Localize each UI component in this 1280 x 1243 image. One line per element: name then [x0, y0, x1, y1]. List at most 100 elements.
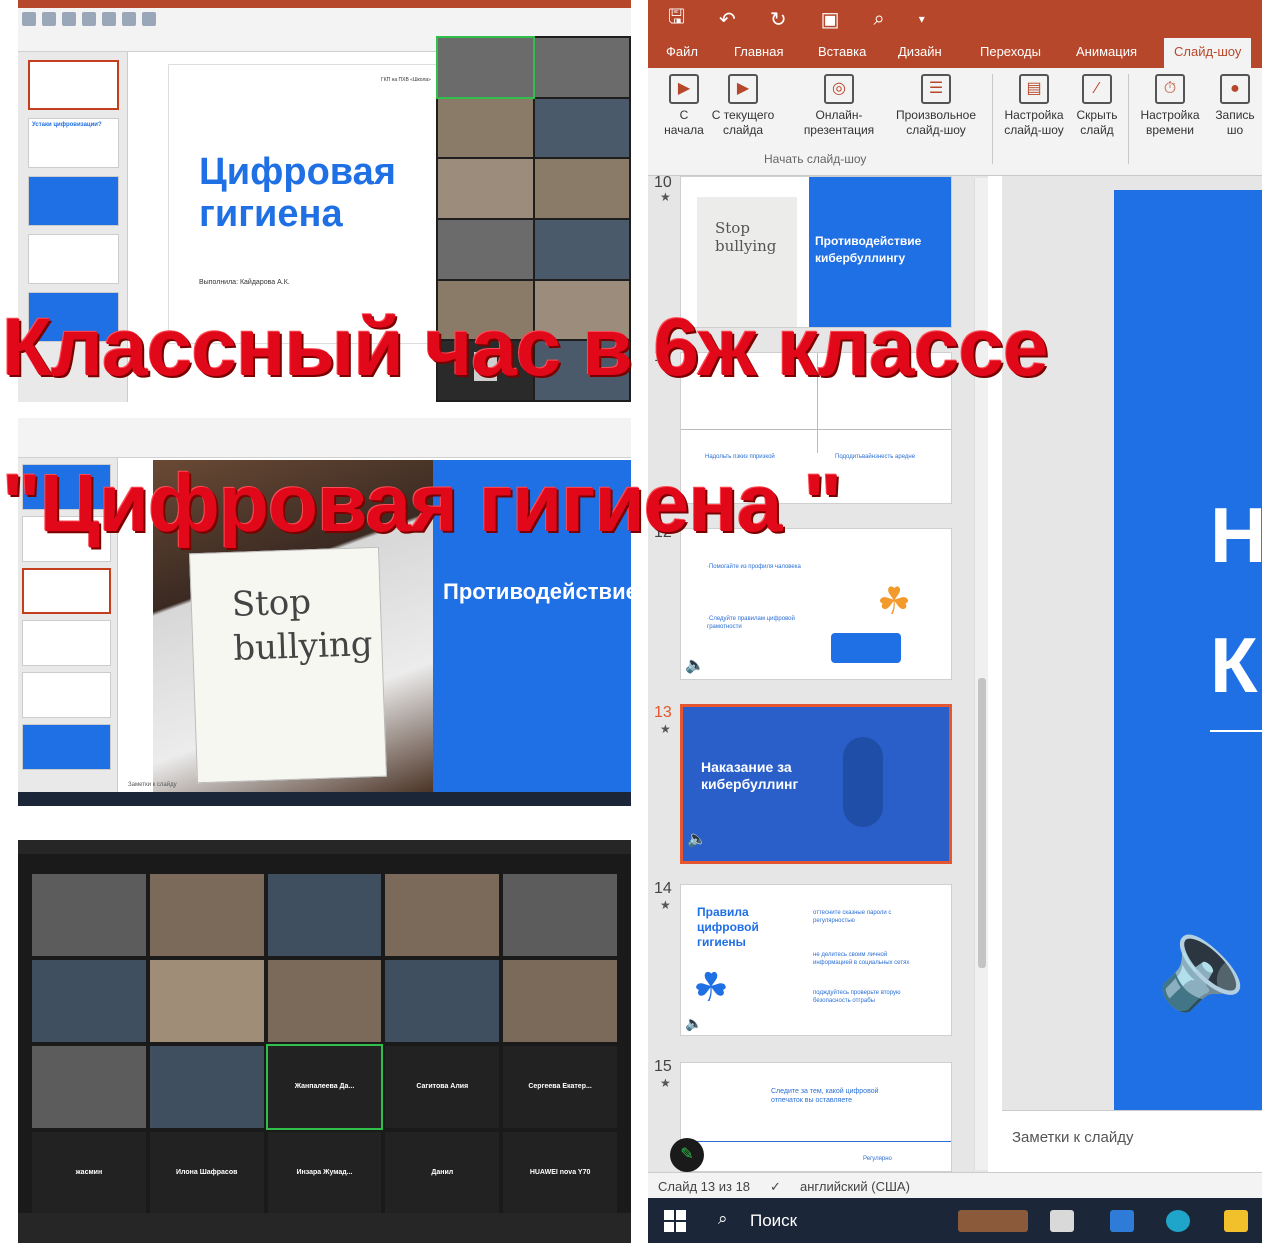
video-tile[interactable] [267, 960, 382, 1042]
video-tile[interactable] [436, 36, 535, 99]
mini-thumb-4[interactable] [28, 234, 119, 284]
mini-ribbon-icon[interactable] [22, 12, 36, 26]
video-tile[interactable] [438, 98, 533, 158]
file-explorer-icon[interactable] [1224, 1210, 1248, 1232]
video-tile[interactable] [534, 159, 629, 218]
undo-icon[interactable]: ↶ [719, 7, 736, 32]
from-beginning-button[interactable]: ▶ С начала [660, 74, 708, 138]
name-tile[interactable]: жасмин [32, 1132, 146, 1214]
pen-icon[interactable]: ✎ [670, 1138, 704, 1172]
taskbar-search[interactable]: ⌕ Поиск [708, 1206, 938, 1236]
video-tile[interactable] [267, 874, 382, 956]
name-tile[interactable]: Сергеева Екатер... [503, 1046, 617, 1128]
video-tile[interactable] [32, 960, 146, 1042]
audio-icon[interactable]: 🔈 [687, 829, 707, 849]
slide-thumb-15[interactable]: Следите за тем, какой цифровой отпечаток… [680, 1062, 952, 1172]
participant-name: Жанпалеева Да... [294, 1082, 355, 1090]
mini-thumb-2[interactable]: Устаки цифровизации? [28, 118, 119, 168]
video-tile[interactable] [149, 874, 264, 956]
save-icon[interactable]: 🖫 [668, 2, 685, 36]
custom-show-label: Произвольное слайд-шоу [895, 108, 977, 137]
audio-icon[interactable]: 🔈 [685, 655, 705, 675]
thumb-text: оттесните сказные пароли с регулярностью [813, 910, 892, 924]
present-online-button[interactable]: ◎ Онлайн-презентация [794, 74, 884, 138]
rehearse-timings-button[interactable]: ⏱ Настройка времени [1134, 74, 1206, 138]
name-tile[interactable]: Инзара Жумад... [267, 1132, 382, 1214]
tab-animations[interactable]: Анимация [1076, 44, 1137, 59]
edge-icon[interactable] [1166, 1210, 1190, 1232]
mini-thumb[interactable] [22, 620, 111, 666]
video-tile[interactable] [149, 1046, 264, 1128]
video-tile[interactable] [32, 874, 146, 956]
name-tile[interactable]: HUAWEI nova Y70 [503, 1132, 617, 1214]
tab-design[interactable]: Дизайн [898, 44, 942, 59]
mini-ribbon-icon[interactable] [42, 12, 56, 26]
slideshow-qa-icon[interactable]: ▣ [821, 7, 840, 32]
video-tile[interactable] [438, 159, 533, 218]
spellcheck-icon[interactable]: ✓ [770, 1179, 781, 1195]
tab-insert[interactable]: Вставка [818, 44, 866, 59]
mini-ribbon-icon[interactable] [62, 12, 76, 26]
dropbox-icon[interactable] [1110, 1210, 1134, 1232]
video-tile[interactable] [503, 960, 617, 1042]
mini-thumb-1[interactable] [28, 60, 119, 110]
mini-ribbon-icon[interactable] [102, 12, 116, 26]
video-tile[interactable] [438, 219, 533, 279]
thumb-text: ·Следуйте правилам цифровой грамотности [707, 616, 795, 630]
mini-thumb[interactable] [22, 672, 111, 718]
custom-show-button[interactable]: ☰ Произвольное слайд-шоу [886, 74, 986, 138]
mini-thumb-selected[interactable] [22, 568, 111, 614]
status-language[interactable]: английский (США) [800, 1179, 910, 1194]
mini-thumb-3[interactable] [28, 176, 119, 226]
thumb-title: Наказание за кибербуллинг [701, 759, 799, 792]
hide-slide-button[interactable]: ∕ Скрыть слайд [1072, 74, 1122, 138]
setup-show-button[interactable]: ▤ Настройка слайд-шоу [998, 74, 1070, 138]
mini-ribbon-icon[interactable] [142, 12, 156, 26]
participant-name: жасмин [75, 1168, 103, 1176]
video-tile[interactable] [534, 98, 629, 158]
redo-icon[interactable]: ↻ [770, 7, 787, 32]
video-tile[interactable] [503, 874, 617, 956]
notebook-photo: Stop bullying [189, 546, 387, 784]
speaker-icon[interactable]: 🔈 [1156, 910, 1262, 1015]
slide-thumb-13-selected[interactable]: Наказание за кибербуллинг 🔈 [680, 704, 952, 864]
handwritten-text: Stop bullying [231, 582, 374, 669]
tab-home[interactable]: Главная [734, 44, 783, 59]
name-tile[interactable]: Сагитова Алия [385, 1046, 500, 1128]
task-view-icon[interactable] [1050, 1210, 1074, 1232]
record-show-button[interactable]: ● Запись шо [1210, 74, 1260, 138]
windows-start-icon[interactable] [664, 1210, 686, 1232]
video-tile[interactable] [534, 38, 629, 97]
mini-ribbon-icon[interactable] [82, 12, 96, 26]
tab-file[interactable]: Файл [666, 44, 698, 59]
notes-pane[interactable]: Заметки к слайду [1002, 1110, 1262, 1172]
slide-thumb-14[interactable]: Правила цифровой гигиены оттесните сказн… [680, 884, 952, 1036]
active-speaker-tile[interactable]: Жанпалеева Да... [265, 1044, 384, 1130]
video-tile[interactable] [385, 874, 500, 956]
name-tile[interactable]: Данил [385, 1132, 500, 1214]
current-slide-canvas[interactable]: Н К 🔈 [1114, 190, 1262, 1110]
mini-ribbon-icon[interactable] [122, 12, 136, 26]
ribbon-slideshow: ▶ С начала ▶ С текущего слайда ◎ Онлайн-пре… [648, 68, 1262, 176]
mini-thumb[interactable] [22, 724, 111, 770]
taskbar-search-label: Поиск [750, 1211, 798, 1230]
taskbar-photo-icon[interactable] [958, 1210, 1028, 1232]
preview-icon[interactable]: ⌕ [873, 8, 884, 31]
transition-star-icon: ★ [660, 898, 671, 912]
video-tile[interactable] [385, 960, 500, 1042]
name-tile[interactable]: Илона Шафрасов [149, 1132, 264, 1214]
plant-illustration: ☘ [693, 966, 729, 1010]
customize-qa-icon[interactable]: ▾ [919, 12, 925, 26]
from-current-button[interactable]: ▶ С текущего слайда [710, 74, 776, 138]
video-tile[interactable] [32, 1046, 146, 1128]
tab-slideshow[interactable]: Слайд-шоу [1164, 38, 1252, 68]
slide-title-fragment: К [1210, 621, 1258, 709]
scrollbar-thumb[interactable] [978, 678, 986, 968]
zoom-top-bar [18, 840, 631, 854]
notes-label[interactable]: Заметки к слайду [128, 782, 177, 788]
video-tile[interactable] [534, 219, 629, 279]
audio-icon[interactable]: 🔈 [685, 1015, 702, 1032]
video-tile[interactable] [149, 960, 264, 1042]
thumb-text: ·Помогайте из профиля чаловека [707, 564, 801, 570]
tab-transitions[interactable]: Переходы [980, 44, 1041, 59]
